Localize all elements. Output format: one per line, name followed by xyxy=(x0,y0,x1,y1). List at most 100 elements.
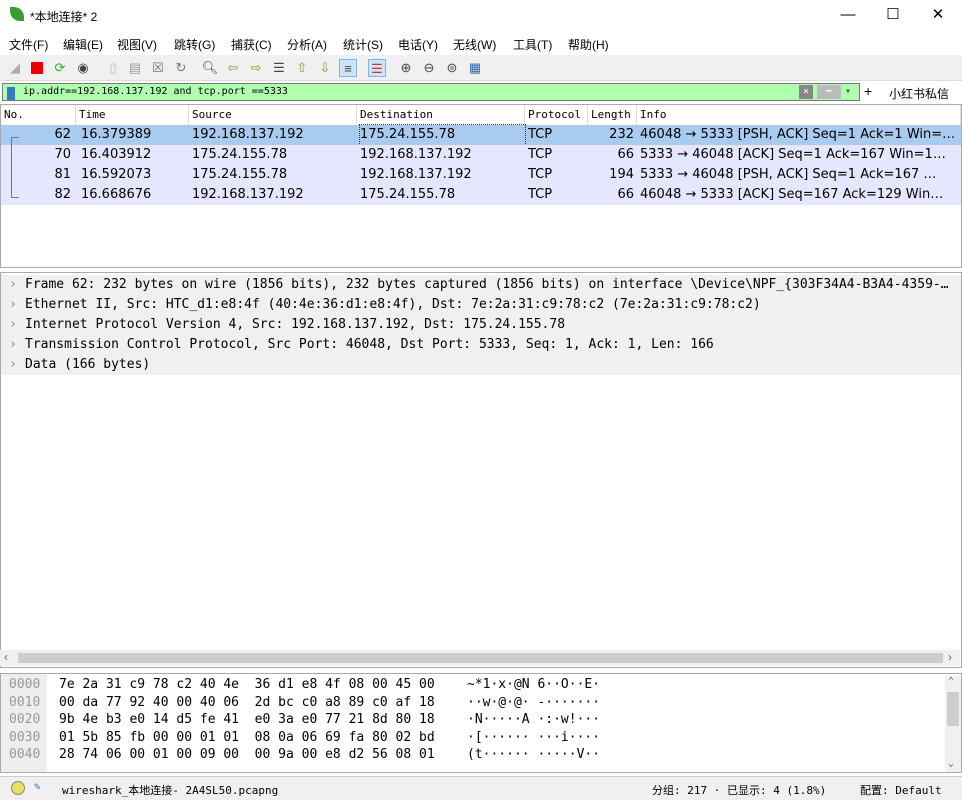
zoom-reset-icon[interactable]: ⊜ xyxy=(443,59,461,77)
detail-ethernet[interactable]: › Ethernet II, Src: HTC_d1:e8:4f (40:4e:3… xyxy=(1,295,961,315)
ascii-bytes[interactable]: ~*1·x·@N 6··O··E· xyxy=(467,676,600,693)
details-horizontal-scrollbar[interactable]: ‹ › xyxy=(0,650,960,666)
save-file-icon[interactable]: ▤ xyxy=(126,59,144,77)
column-header-no[interactable]: No. xyxy=(1,105,76,125)
detail-ip[interactable]: › Internet Protocol Version 4, Src: 192.1… xyxy=(1,315,961,335)
capture-comment-icon[interactable]: ✎ xyxy=(34,780,41,793)
saved-filter-button[interactable]: 小红书私信 xyxy=(889,85,949,102)
ascii-bytes[interactable]: ·[······ ···i···· xyxy=(467,729,600,746)
packet-row[interactable]: 81 16.592073 175.24.155.78 192.168.137.192 T… xyxy=(1,165,961,185)
profile-selector[interactable]: 配置: Default xyxy=(860,782,942,798)
menu-wireless[interactable]: 无线(W) xyxy=(453,36,496,53)
find-packet-icon[interactable]: 🔍︎ xyxy=(201,59,219,77)
hex-bytes[interactable]: 01 5b 85 fb 00 00 01 01 08 0a 06 69 fa 8… xyxy=(59,729,435,746)
hex-bytes[interactable]: 28 74 06 00 01 00 09 00 00 9a 00 e8 d2 5… xyxy=(59,746,435,763)
packet-row[interactable]: 70 16.403912 175.24.155.78 192.168.137.192 T… xyxy=(1,145,961,165)
scroll-right-icon[interactable]: › xyxy=(948,650,952,664)
packet-list: No. Time Source Destination Protocol Len… xyxy=(0,104,962,268)
menu-statistics[interactable]: 统计(S) xyxy=(343,36,383,53)
scroll-left-icon[interactable]: ‹ xyxy=(4,650,8,664)
expand-chevron-icon[interactable]: › xyxy=(9,315,25,335)
stop-capture-icon[interactable] xyxy=(31,62,43,74)
hex-bytes[interactable]: 7e 2a 31 c9 78 c2 40 4e 36 d1 e8 4f 08 0… xyxy=(59,676,435,693)
column-header-destination[interactable]: Destination xyxy=(357,105,525,125)
filter-history-dropdown[interactable]: ▾ xyxy=(845,84,851,100)
menu-file[interactable]: 文件(F) xyxy=(9,36,48,53)
bytes-vertical-scrollbar[interactable]: ⌃ ⌄ xyxy=(945,676,961,772)
hex-bytes[interactable]: 00 da 77 92 40 00 40 06 2d bc c0 a8 89 c… xyxy=(59,694,435,711)
cell-src: 175.24.155.78 xyxy=(192,167,288,182)
expand-chevron-icon[interactable]: › xyxy=(9,295,25,315)
packet-row[interactable]: 62 16.379389 192.168.137.192 175.24.155.78 T… xyxy=(1,124,961,146)
column-header-protocol[interactable]: Protocol xyxy=(525,105,588,125)
clear-filter-icon[interactable]: ✕ xyxy=(799,85,813,99)
menu-help[interactable]: 帮助(H) xyxy=(568,36,609,53)
first-packet-icon[interactable]: ⇧ xyxy=(293,59,311,77)
scrollbar-thumb[interactable] xyxy=(947,692,959,726)
expert-info-icon[interactable] xyxy=(11,781,25,795)
go-to-packet-icon[interactable]: ☰ xyxy=(270,59,288,77)
maximize-button[interactable]: ☐ xyxy=(870,4,916,26)
bookmark-icon[interactable] xyxy=(7,87,15,100)
menu-tools[interactable]: 工具(T) xyxy=(513,36,552,53)
display-filter-input[interactable]: ip.addr==192.168.137.192 and tcp.port ==… xyxy=(2,83,860,101)
restart-capture-icon[interactable]: ⟳ xyxy=(51,59,69,77)
scroll-up-icon[interactable]: ⌃ xyxy=(948,676,954,687)
minimize-button[interactable]: — xyxy=(825,4,871,26)
wireshark-logo-icon xyxy=(10,7,24,21)
cell-src: 175.24.155.78 xyxy=(192,147,288,162)
scroll-down-icon[interactable]: ⌄ xyxy=(948,758,954,769)
cell-src: 192.168.137.192 xyxy=(192,127,304,142)
cell-len: 194 xyxy=(609,167,634,182)
go-forward-icon[interactable]: ⇨ xyxy=(247,59,265,77)
resize-columns-icon[interactable]: ▦ xyxy=(466,59,484,77)
menu-telephony[interactable]: 电话(Y) xyxy=(398,36,438,53)
menu-go[interactable]: 跳转(G) xyxy=(174,36,215,53)
window-title: *本地连接* 2 xyxy=(30,10,98,24)
column-header-time[interactable]: Time xyxy=(76,105,189,125)
reload-file-icon[interactable]: ↻ xyxy=(172,59,190,77)
cell-time: 16.379389 xyxy=(81,127,152,142)
add-filter-button[interactable]: + xyxy=(864,83,872,99)
close-file-icon[interactable]: ☒ xyxy=(149,59,167,77)
zoom-out-icon[interactable]: ⊖ xyxy=(420,59,438,77)
expand-chevron-icon[interactable]: › xyxy=(9,275,25,295)
menu-view[interactable]: 视图(V) xyxy=(117,36,157,53)
expand-chevron-icon[interactable]: › xyxy=(9,335,25,355)
ascii-bytes[interactable]: ·N·····A ·:·w!··· xyxy=(467,711,600,728)
hex-bytes[interactable]: 9b 4e b3 e0 14 d5 fe 41 e0 3a e0 77 21 8… xyxy=(59,711,435,728)
detail-data[interactable]: › Data (166 bytes) xyxy=(1,355,961,375)
ascii-bytes[interactable]: (t······ ·····V·· xyxy=(467,746,600,763)
cell-proto: TCP xyxy=(528,187,553,202)
cell-dst: 192.168.137.192 xyxy=(360,147,472,162)
menu-edit[interactable]: 编辑(E) xyxy=(63,36,103,53)
close-button[interactable]: ✕ xyxy=(915,4,961,26)
cell-len: 66 xyxy=(617,147,634,162)
menu-capture[interactable]: 捕获(C) xyxy=(231,36,272,53)
start-capture-icon[interactable]: ◢ xyxy=(6,59,24,77)
go-back-icon[interactable]: ⇦ xyxy=(224,59,242,77)
column-header-source[interactable]: Source xyxy=(189,105,357,125)
autoscroll-icon[interactable]: ≡ xyxy=(339,59,357,77)
apply-filter-icon[interactable]: ➡ xyxy=(817,85,841,99)
cell-proto: TCP xyxy=(528,167,553,182)
open-file-icon[interactable]: ▯ xyxy=(104,59,122,77)
scrollbar-thumb[interactable] xyxy=(18,653,943,663)
detail-text: Data (166 bytes) xyxy=(25,357,151,372)
column-header-length[interactable]: Length xyxy=(588,105,637,125)
menu-analyze[interactable]: 分析(A) xyxy=(287,36,327,53)
packet-row[interactable]: 82 16.668676 192.168.137.192 175.24.155.78 T… xyxy=(1,185,961,205)
zoom-in-icon[interactable]: ⊕ xyxy=(397,59,415,77)
column-header-info[interactable]: Info xyxy=(637,105,961,125)
cell-time: 16.592073 xyxy=(81,167,152,182)
detail-tcp[interactable]: › Transmission Control Protocol, Src Port… xyxy=(1,335,961,355)
ascii-bytes[interactable]: ··w·@·@· -······· xyxy=(467,694,600,711)
packet-bytes: 0000 7e 2a 31 c9 78 c2 40 4e 36 d1 e8 4f … xyxy=(0,673,962,773)
detail-frame[interactable]: › Frame 62: 232 bytes on wire (1856 bits)… xyxy=(1,275,961,295)
last-packet-icon[interactable]: ⇩ xyxy=(316,59,334,77)
capture-options-icon[interactable]: ◉ xyxy=(74,59,92,77)
filter-text: ip.addr==192.168.137.192 and tcp.port ==… xyxy=(23,86,288,97)
expand-chevron-icon[interactable]: › xyxy=(9,355,25,375)
colorize-icon[interactable]: ☰ xyxy=(368,59,386,77)
cell-src: 192.168.137.192 xyxy=(192,187,304,202)
